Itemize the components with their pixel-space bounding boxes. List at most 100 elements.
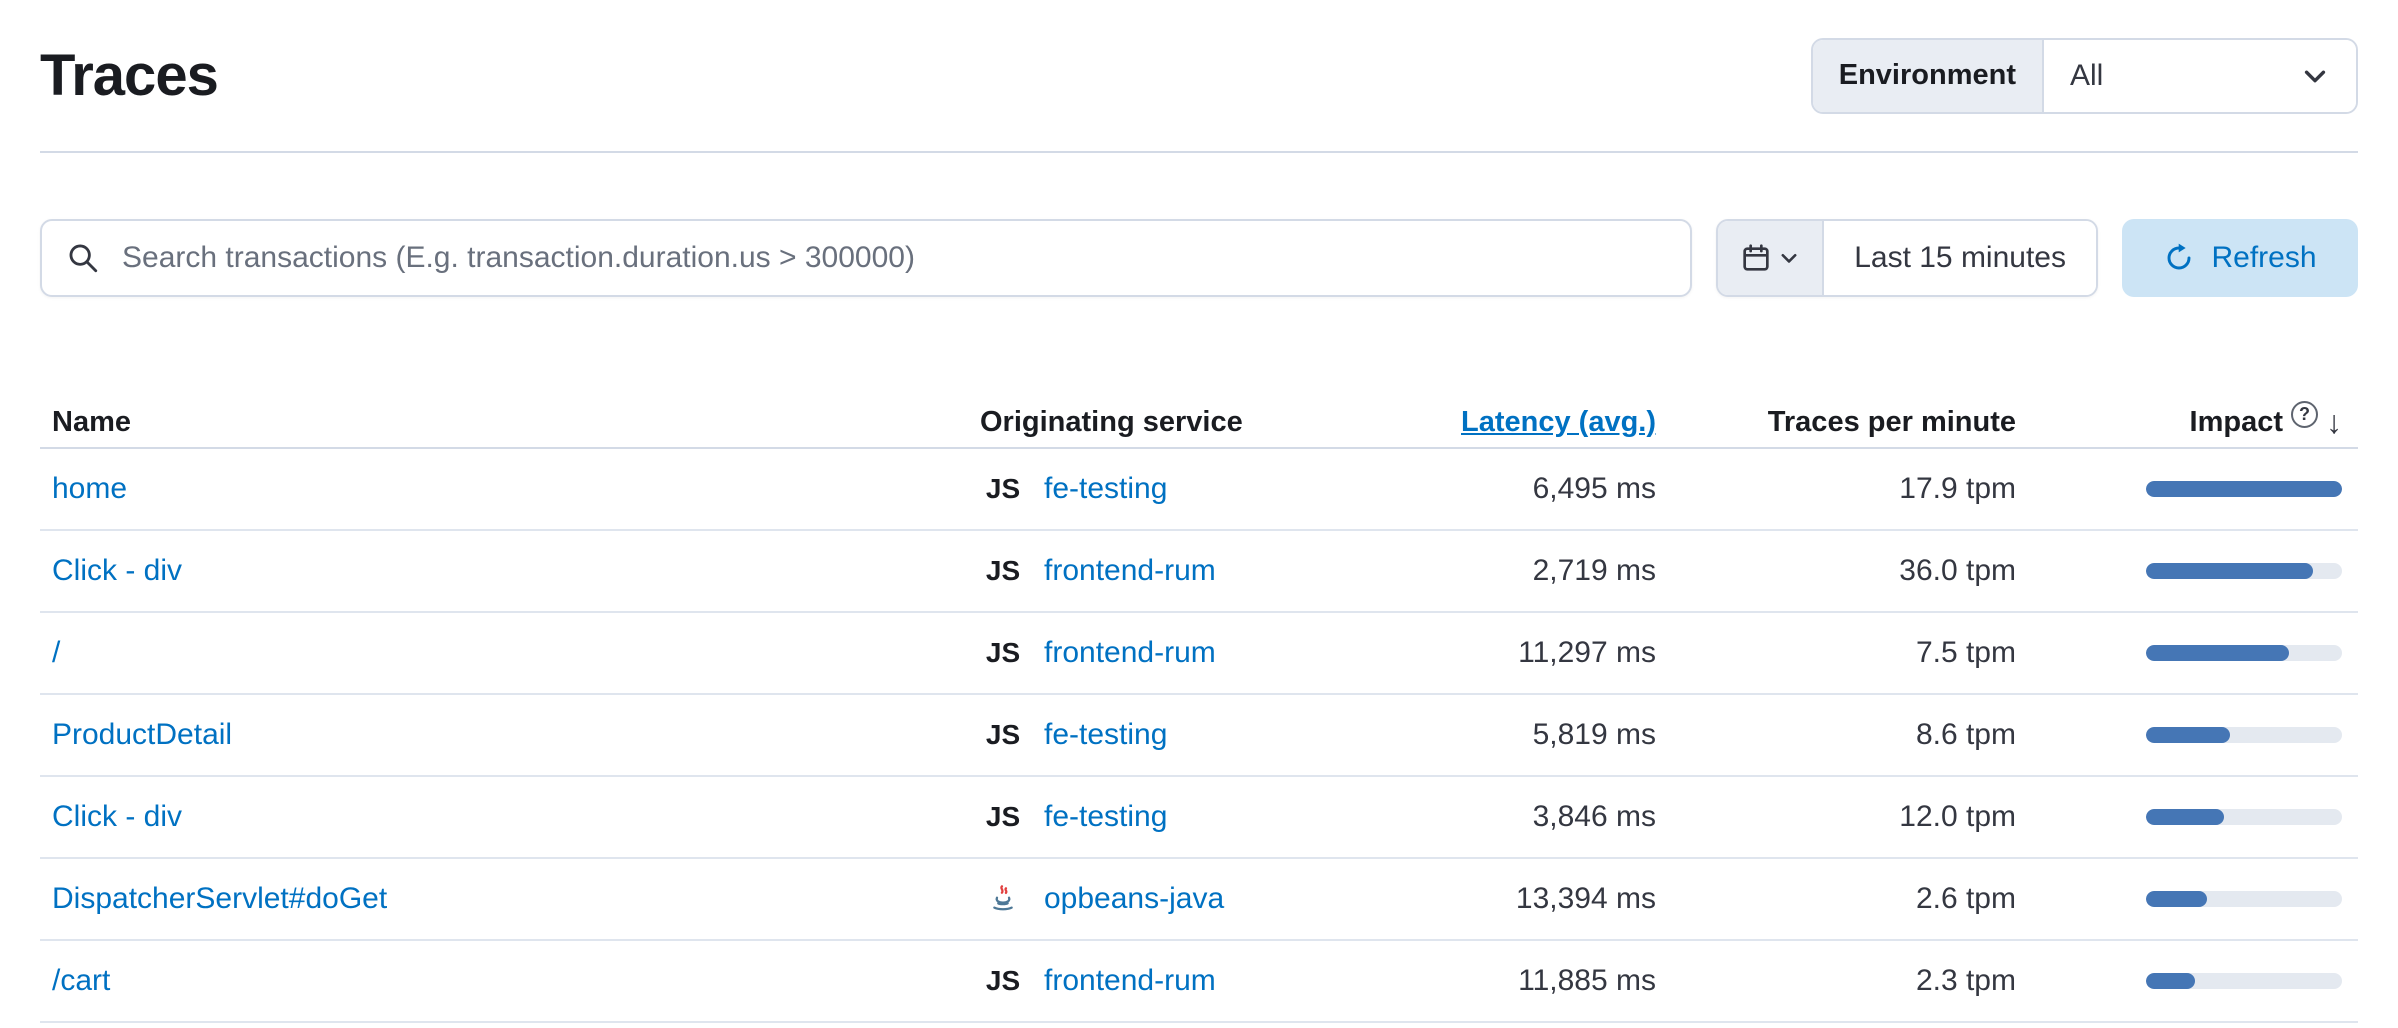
column-header-impact[interactable]: Impact ? ↓ [2028, 406, 2358, 439]
search-icon [66, 241, 100, 275]
page-header: Traces Environment All [40, 0, 2358, 153]
java-agent-icon [980, 883, 1026, 915]
table-row: Click - div JS fe-testing 3,846 ms 12.0 … [40, 777, 2358, 859]
calendar-icon [1740, 242, 1772, 274]
tpm-value: 36.0 tpm [1668, 554, 2028, 588]
name-cell: Click - div [40, 800, 968, 834]
column-header-name: Name [40, 406, 968, 439]
impact-bar-fill [2146, 891, 2207, 907]
service-cell: JS fe-testing [968, 718, 1328, 752]
traces-page: Traces Environment All [0, 0, 2398, 1023]
table-body: home JS fe-testing 6,495 ms 17.9 tpm Cli… [40, 449, 2358, 1023]
impact-bar [2146, 809, 2342, 825]
js-agent-icon: JS [980, 473, 1026, 505]
refresh-icon [2163, 242, 2195, 274]
transaction-link[interactable]: /cart [52, 964, 110, 997]
environment-selected-value: All [2070, 59, 2103, 93]
transaction-link[interactable]: Click - div [52, 800, 182, 833]
service-link[interactable]: opbeans-java [1044, 882, 1224, 916]
impact-cell [2028, 563, 2358, 579]
impact-bar [2146, 891, 2342, 907]
tpm-value: 2.6 tpm [1668, 882, 2028, 916]
transaction-link[interactable]: DispatcherServlet#doGet [52, 882, 387, 915]
impact-bar-fill [2146, 481, 2342, 497]
name-cell: ProductDetail [40, 718, 968, 752]
column-header-latency[interactable]: Latency (avg.) [1328, 406, 1668, 439]
impact-bar-fill [2146, 563, 2313, 579]
impact-bar [2146, 563, 2342, 579]
service-cell: JS frontend-rum [968, 636, 1328, 670]
latency-value: 2,719 ms [1328, 554, 1668, 588]
date-quick-select-button[interactable] [1718, 221, 1824, 295]
service-link[interactable]: fe-testing [1044, 472, 1167, 506]
service-cell: JS frontend-rum [968, 964, 1328, 998]
service-link[interactable]: frontend-rum [1044, 964, 1216, 998]
table-row: ProductDetail JS fe-testing 5,819 ms 8.6… [40, 695, 2358, 777]
search-input[interactable] [120, 240, 1666, 276]
service-link[interactable]: frontend-rum [1044, 554, 1216, 588]
table-header-row: Name Originating service Latency (avg.) … [40, 397, 2358, 449]
transaction-link[interactable]: / [52, 636, 60, 669]
search-box[interactable] [40, 219, 1692, 297]
table-row: /cart JS frontend-rum 11,885 ms 2.3 tpm [40, 941, 2358, 1023]
service-link[interactable]: fe-testing [1044, 718, 1167, 752]
js-agent-icon: JS [980, 637, 1026, 669]
table-row: DispatcherServlet#doGet opbeans-java 13,… [40, 859, 2358, 941]
impact-cell [2028, 973, 2358, 989]
impact-bar [2146, 973, 2342, 989]
latency-value: 13,394 ms [1328, 882, 1668, 916]
page-title: Traces [40, 42, 218, 109]
latency-value: 11,297 ms [1328, 636, 1668, 670]
impact-bar [2146, 727, 2342, 743]
latency-value: 3,846 ms [1328, 800, 1668, 834]
controls-bar: Last 15 minutes Refresh [40, 219, 2358, 297]
tpm-value: 8.6 tpm [1668, 718, 2028, 752]
js-agent-icon: JS [980, 965, 1026, 997]
chevron-down-icon [2300, 61, 2330, 91]
impact-bar-fill [2146, 973, 2195, 989]
service-cell: JS frontend-rum [968, 554, 1328, 588]
environment-value-select[interactable]: All [2044, 40, 2356, 112]
date-range-value[interactable]: Last 15 minutes [1824, 221, 2096, 295]
impact-bar-fill [2146, 727, 2230, 743]
js-agent-icon: JS [980, 719, 1026, 751]
impact-bar [2146, 645, 2342, 661]
service-link[interactable]: fe-testing [1044, 800, 1167, 834]
name-cell: /cart [40, 964, 968, 998]
service-cell: opbeans-java [968, 882, 1328, 916]
table-row: Click - div JS frontend-rum 2,719 ms 36.… [40, 531, 2358, 613]
date-picker[interactable]: Last 15 minutes [1716, 219, 2098, 297]
table-row: / JS frontend-rum 11,297 ms 7.5 tpm [40, 613, 2358, 695]
chevron-down-icon [1778, 247, 1800, 269]
column-header-tpm: Traces per minute [1668, 406, 2028, 439]
environment-select[interactable]: Environment All [1811, 38, 2358, 114]
impact-bar-fill [2146, 645, 2289, 661]
impact-cell [2028, 481, 2358, 497]
latency-sort-link[interactable]: Latency (avg.) [1461, 406, 1656, 438]
latency-value: 5,819 ms [1328, 718, 1668, 752]
question-icon[interactable]: ? [2291, 401, 2318, 428]
impact-cell [2028, 809, 2358, 825]
tpm-value: 17.9 tpm [1668, 472, 2028, 506]
name-cell: home [40, 472, 968, 506]
service-link[interactable]: frontend-rum [1044, 636, 1216, 670]
tpm-value: 7.5 tpm [1668, 636, 2028, 670]
name-cell: Click - div [40, 554, 968, 588]
refresh-button[interactable]: Refresh [2122, 219, 2358, 297]
transaction-link[interactable]: home [52, 472, 127, 505]
environment-label: Environment [1813, 40, 2044, 112]
table-row: home JS fe-testing 6,495 ms 17.9 tpm [40, 449, 2358, 531]
traces-table: Name Originating service Latency (avg.) … [40, 397, 2358, 1023]
latency-value: 6,495 ms [1328, 472, 1668, 506]
impact-cell [2028, 645, 2358, 661]
impact-cell [2028, 727, 2358, 743]
latency-value: 11,885 ms [1328, 964, 1668, 998]
transaction-link[interactable]: ProductDetail [52, 718, 232, 751]
refresh-label: Refresh [2211, 241, 2316, 275]
impact-header-label: Impact [2190, 406, 2283, 439]
sort-down-icon: ↓ [2326, 406, 2342, 438]
name-cell: / [40, 636, 968, 670]
column-header-service: Originating service [968, 406, 1328, 439]
transaction-link[interactable]: Click - div [52, 554, 182, 587]
js-agent-icon: JS [980, 555, 1026, 587]
